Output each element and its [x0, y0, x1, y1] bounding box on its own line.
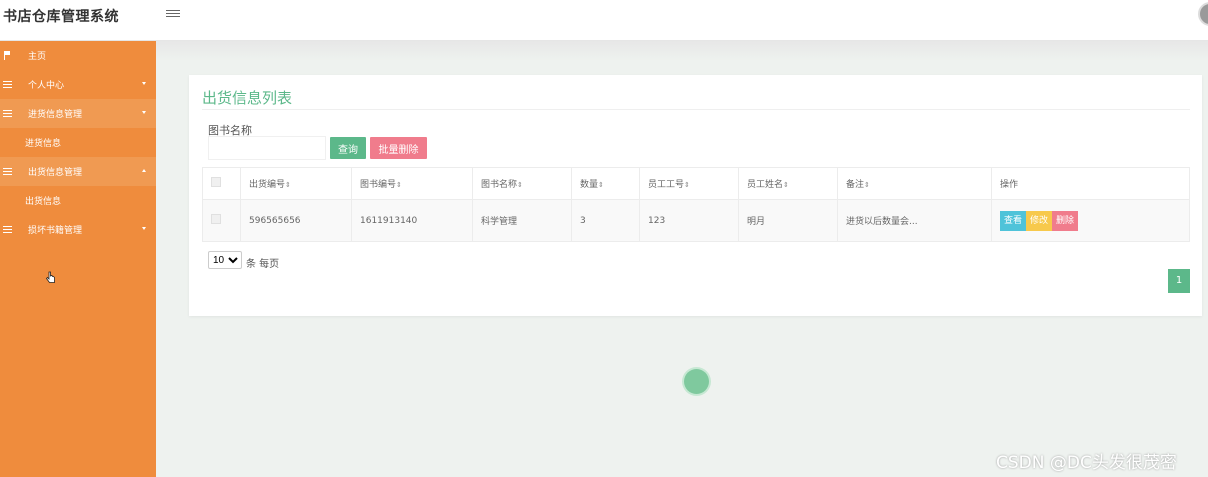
grid-icon [3, 80, 12, 89]
column-header[interactable]: 员工姓名⇕ [738, 167, 838, 200]
book-name-search-input[interactable] [208, 136, 326, 160]
column-header: 操作 [991, 167, 1190, 200]
shipment-table: 出货编号⇕ 图书编号⇕ 图书名称⇕ 数量⇕ 员工工号⇕ 员工姓名⇕ 备注⇕ 操作… [202, 167, 1190, 242]
table-cell: 3 [571, 199, 640, 242]
title-divider [202, 109, 1190, 110]
sidebar-item-label: 主页 [28, 52, 47, 62]
sidebar-item-personal-center[interactable]: 个人中心 [0, 70, 156, 99]
table-row: 596565656 1611913140 科学管理 3 123 明月 进货以后数… [202, 199, 1190, 242]
batch-delete-button[interactable]: 批量删除 [370, 137, 427, 159]
sort-icon: ⇕ [396, 181, 402, 189]
table-header-row: 出货编号⇕ 图书编号⇕ 图书名称⇕ 数量⇕ 员工工号⇕ 员工姓名⇕ 备注⇕ 操作 [202, 167, 1190, 200]
grid-icon [3, 225, 12, 234]
sort-icon: ⇕ [783, 181, 789, 189]
row-checkbox[interactable] [211, 214, 221, 224]
user-avatar[interactable] [1198, 2, 1208, 26]
sidebar-item-damaged-books-management[interactable]: 损坏书籍管理 [0, 215, 156, 244]
column-header[interactable]: 员工工号⇕ [639, 167, 739, 200]
view-button[interactable]: 查看 [1000, 210, 1027, 231]
pagination-page-button[interactable]: 1 [1168, 269, 1190, 293]
sort-icon: ⇕ [684, 181, 690, 189]
page-title: 出货信息列表 [202, 89, 293, 107]
app-title: 书店仓库管理系统 [3, 9, 119, 25]
table-cell: 科学管理 [472, 199, 572, 242]
sidebar-item-label: 出货信息 [25, 197, 62, 207]
grid-icon [3, 167, 12, 176]
chevron-down-icon [142, 111, 146, 114]
sidebar-item-home[interactable]: 主页 [0, 41, 156, 70]
edit-button[interactable]: 修改 [1026, 210, 1053, 231]
top-header: 书店仓库管理系统 [0, 0, 1208, 41]
sort-icon: ⇕ [598, 181, 604, 189]
sidebar-item-label: 个人中心 [28, 81, 65, 91]
menu-toggle-icon[interactable] [166, 8, 180, 20]
list-panel: 出货信息列表 图书名称 查询 批量删除 出货编号⇕ 图书编号⇕ 图书名称⇕ 数量… [189, 75, 1202, 316]
table-cell: 进货以后数量会... [837, 199, 992, 242]
table-cell: 123 [639, 199, 739, 242]
watermark: CSDN @DC头发很茂密 [996, 453, 1177, 473]
loading-indicator [684, 369, 709, 394]
sidebar-subitem-purchase-info[interactable]: 进货信息 [0, 128, 156, 157]
column-header[interactable]: 出货编号⇕ [240, 167, 352, 200]
content-top-strip [156, 41, 1208, 61]
sidebar: 主页 个人中心 进货信息管理 进货信息 出货信息管理 出货信息 损坏书籍管理 [0, 41, 156, 477]
table-cell: 1611913140 [351, 199, 473, 242]
sidebar-subitem-shipment-info[interactable]: 出货信息 [0, 186, 156, 215]
hand-cursor-icon [46, 271, 55, 283]
query-button[interactable]: 查询 [330, 137, 366, 159]
grid-icon [3, 109, 12, 118]
sort-icon: ⇕ [285, 181, 291, 189]
sort-icon: ⇕ [517, 181, 523, 189]
page-size-select[interactable]: 10 [208, 251, 242, 269]
flag-icon [3, 51, 12, 60]
column-header[interactable]: 图书名称⇕ [472, 167, 572, 200]
per-page-label: 条 每页 [246, 259, 280, 270]
column-header[interactable]: 数量⇕ [571, 167, 640, 200]
sidebar-item-purchase-management[interactable]: 进货信息管理 [0, 99, 156, 128]
chevron-down-icon [142, 227, 146, 230]
chevron-up-icon [142, 169, 146, 172]
sidebar-item-shipment-management[interactable]: 出货信息管理 [0, 157, 156, 186]
delete-button[interactable]: 删除 [1052, 210, 1079, 231]
row-select-cell [202, 199, 241, 242]
select-all-checkbox[interactable] [211, 177, 221, 187]
row-actions: 查看 修改 删除 [991, 199, 1190, 242]
select-all-cell [202, 167, 241, 200]
chevron-down-icon [142, 82, 146, 85]
sidebar-item-label: 进货信息管理 [28, 110, 83, 120]
sidebar-item-label: 损坏书籍管理 [28, 226, 83, 236]
column-header[interactable]: 图书编号⇕ [351, 167, 473, 200]
sidebar-item-label: 出货信息管理 [28, 168, 83, 178]
column-header[interactable]: 备注⇕ [837, 167, 992, 200]
sort-icon: ⇕ [864, 181, 870, 189]
table-cell: 596565656 [240, 199, 352, 242]
sidebar-item-label: 进货信息 [25, 139, 62, 149]
table-cell: 明月 [738, 199, 838, 242]
